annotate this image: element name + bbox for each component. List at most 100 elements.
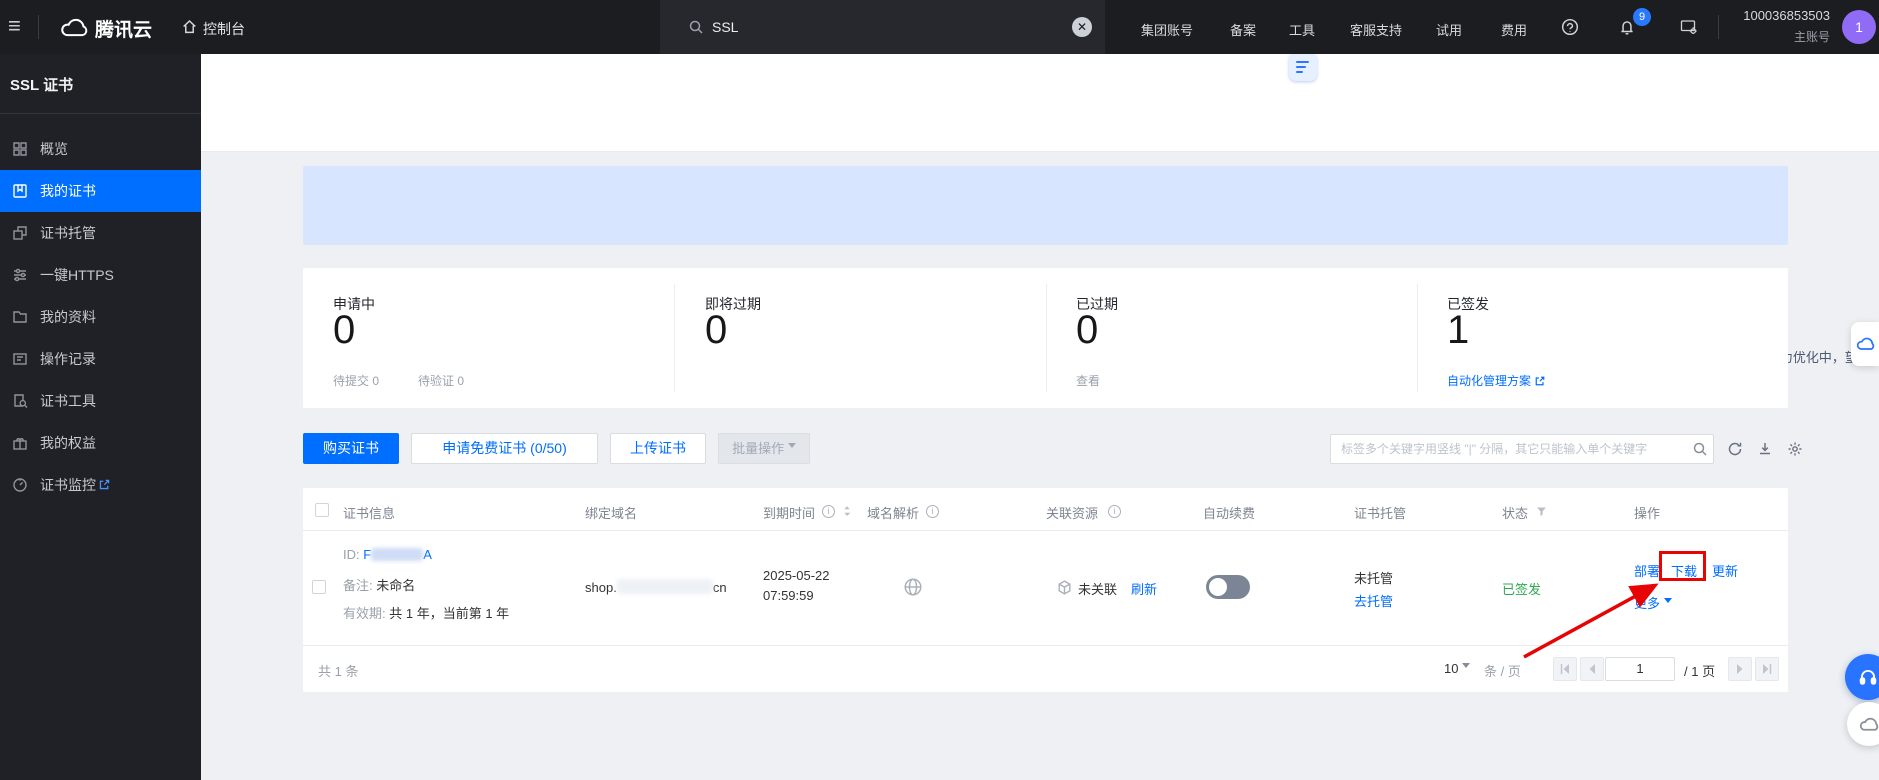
page-total: / 1 页 — [1684, 661, 1715, 680]
sidebar-item-one-click-https[interactable]: 一键HTTPS — [0, 254, 201, 296]
chevron-down-icon — [788, 443, 796, 452]
info-icon[interactable]: i — [1108, 505, 1121, 518]
search-icon[interactable] — [1692, 441, 1708, 457]
hosting-icon — [12, 225, 28, 241]
last-page-button[interactable] — [1755, 657, 1779, 681]
sidebar-item-cert-hosting[interactable]: 证书托管 — [0, 212, 201, 254]
divider — [303, 645, 1788, 646]
row-checkbox[interactable] — [312, 580, 326, 594]
support-circle-icon[interactable] — [1561, 18, 1579, 36]
user-avatar[interactable]: 1 — [1842, 10, 1876, 44]
cert-id[interactable]: ID: FA — [343, 547, 432, 562]
external-link-icon — [98, 478, 111, 491]
sidebar-item-cert-monitor[interactable]: 证书监控 — [0, 464, 201, 506]
bound-domain: shop. cn — [585, 579, 727, 595]
refresh-icon[interactable] — [1727, 441, 1743, 457]
more-label: 更多 — [1634, 596, 1660, 611]
account-id[interactable]: 100036853503 — [1735, 8, 1830, 23]
clear-search-icon[interactable]: ✕ — [1072, 17, 1092, 37]
expire-date: 2025-05-22 — [763, 568, 830, 583]
remark-value: 未命名 — [376, 578, 415, 593]
col-cert-info: 证书信息 — [343, 503, 395, 522]
search-input[interactable] — [712, 15, 1042, 39]
certificate-icon — [12, 183, 28, 199]
cert-id-value-prefix: F — [363, 547, 371, 562]
home-icon — [181, 18, 198, 35]
globe-icon[interactable] — [903, 577, 923, 597]
upload-certificate-button[interactable]: 上传证书 — [610, 433, 706, 464]
divider — [674, 284, 675, 392]
sort-icon[interactable] — [840, 504, 854, 518]
notice-banner: i 1. 为了您能更便捷地管理SSL证书，控制台已支持自动查询证书关联的10种腾… — [303, 166, 1788, 245]
download-link[interactable]: 下载 — [1671, 561, 1697, 580]
col-expire-time: 到期时间 — [763, 503, 815, 522]
deploy-link[interactable]: 部署 — [1634, 561, 1660, 580]
divider — [1046, 284, 1047, 392]
menu-billing[interactable]: 费用 — [1501, 20, 1527, 39]
apply-free-certificate-button[interactable]: 申请免费证书 (0/50) — [411, 433, 598, 464]
cube-icon — [1056, 579, 1073, 596]
auto-renew-toggle[interactable] — [1206, 575, 1250, 599]
hamburger-menu-icon[interactable]: ≡ — [8, 13, 21, 39]
prev-page-button[interactable] — [1580, 657, 1604, 681]
buy-certificate-button[interactable]: 购买证书 — [303, 433, 399, 464]
page-size-select[interactable]: 10 — [1444, 661, 1470, 676]
menu-group-account[interactable]: 集团账号 — [1141, 20, 1193, 39]
feedback-button[interactable] — [1847, 702, 1879, 746]
stat-expiring-value: 0 — [705, 308, 727, 353]
console-link[interactable]: 控制台 — [203, 19, 245, 39]
next-page-button[interactable] — [1728, 657, 1752, 681]
sidebar-item-operation-log[interactable]: 操作记录 — [0, 338, 201, 380]
sidebar-item-my-profile[interactable]: 我的资料 — [0, 296, 201, 338]
console-settings-icon[interactable] — [1680, 19, 1698, 35]
survey-doc-icon — [1289, 53, 1317, 81]
menu-tools[interactable]: 工具 — [1289, 20, 1315, 39]
domain-suffix: cn — [713, 580, 727, 595]
sidebar-item-my-certificates[interactable]: 我的证书 — [0, 170, 201, 212]
info-icon[interactable]: i — [822, 505, 835, 518]
total-count: 共 1 条 — [318, 661, 358, 680]
menu-trial[interactable]: 试用 — [1436, 20, 1462, 39]
redacted-domain — [617, 579, 713, 594]
account-role: 主账号 — [1735, 28, 1830, 45]
gauge-icon — [12, 477, 28, 493]
batch-operation-label: 批量操作 — [732, 441, 784, 456]
cert-remark: 备注: 未命名 — [343, 575, 415, 594]
menu-support[interactable]: 客服支持 — [1350, 20, 1402, 39]
stat-pending-sub2: 待验证 0 — [418, 372, 464, 389]
cloud-assistant-tab[interactable] — [1851, 322, 1879, 366]
folder-icon — [12, 309, 28, 325]
export-icon[interactable] — [1757, 441, 1773, 457]
page-size-value: 10 — [1444, 661, 1458, 676]
sidebar-item-my-benefits[interactable]: 我的权益 — [0, 422, 201, 464]
settings-icon[interactable] — [1787, 441, 1803, 457]
batch-operation-button[interactable]: 批量操作 — [718, 433, 810, 464]
sidebar-item-cert-tools[interactable]: 证书工具 — [0, 380, 201, 422]
menu-icp[interactable]: 备案 — [1230, 20, 1256, 39]
first-page-button[interactable] — [1553, 657, 1577, 681]
customer-service-button[interactable] — [1845, 654, 1879, 700]
update-link[interactable]: 更新 — [1712, 561, 1738, 580]
sliders-icon — [12, 267, 28, 283]
search-icon — [688, 19, 704, 35]
select-all-checkbox[interactable] — [315, 503, 329, 517]
stat-pending-value: 0 — [333, 308, 355, 353]
domain-prefix: shop. — [585, 580, 617, 595]
current-page-input[interactable]: 1 — [1605, 657, 1675, 681]
tencent-cloud-logo-icon[interactable] — [60, 14, 90, 40]
hosting-action-link[interactable]: 去托管 — [1354, 591, 1393, 610]
page-size-unit: 条 / 页 — [1484, 661, 1521, 680]
col-status: 状态 — [1502, 503, 1528, 522]
stat-expired-view-link[interactable]: 查看 — [1076, 372, 1100, 389]
info-icon[interactable]: i — [926, 505, 939, 518]
validity-value: 共 1 年，当前第 1 年 — [389, 606, 509, 621]
resource-refresh-link[interactable]: 刷新 — [1131, 579, 1157, 598]
chevron-down-icon — [1664, 598, 1672, 607]
sidebar-item-overview[interactable]: 概览 — [0, 128, 201, 170]
status-badge: 已签发 — [1502, 579, 1541, 598]
keyword-filter-input[interactable] — [1330, 434, 1714, 464]
filter-icon[interactable] — [1535, 505, 1548, 518]
automation-plan-link[interactable]: 自动化管理方案 — [1447, 372, 1546, 389]
more-link[interactable]: 更多 — [1634, 593, 1672, 612]
brand-name[interactable]: 腾讯云 — [95, 15, 152, 42]
